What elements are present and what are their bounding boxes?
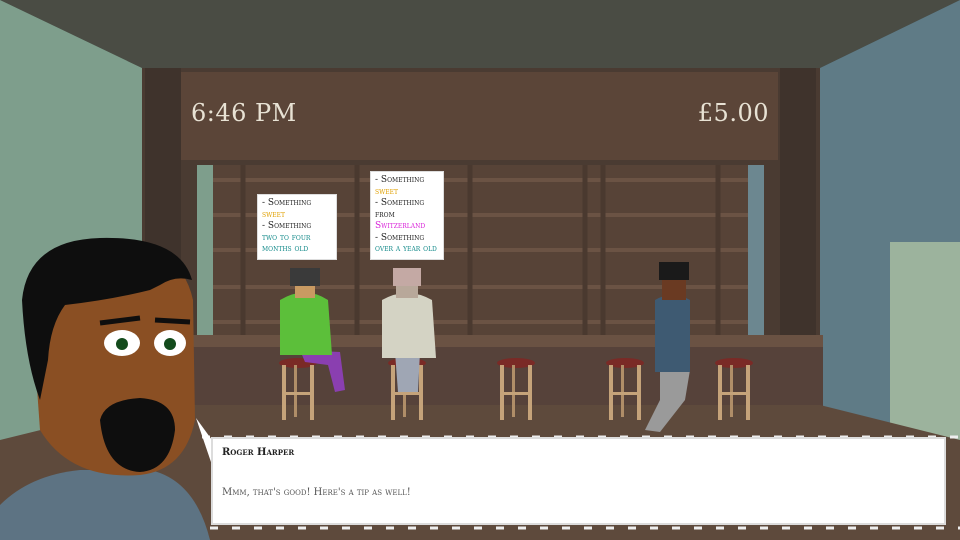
order-line-origin: Switzerland	[375, 221, 426, 231]
dialogue-text: Mmm, that's good! Here's a tip as well!	[222, 487, 411, 498]
order-bubble: - Something sweet - Something two to fou…	[258, 195, 336, 259]
order-line-age: over a year old	[375, 244, 437, 254]
order-line-prefix: - Something	[375, 175, 425, 185]
order-line-prefix: - Something	[262, 198, 312, 208]
order-line-flavor: sweet	[375, 186, 399, 197]
order-line-prefix: - Something	[262, 221, 312, 231]
speaker-name: Roger Harper	[222, 447, 295, 458]
money-display: £5.00	[697, 99, 769, 127]
time-display: 6:46 PM	[191, 99, 297, 127]
order-bubble: - Something sweet - Something from Switz…	[371, 172, 443, 259]
order-line-age: two to four months old	[262, 232, 311, 255]
order-line-prefix: - Something from	[375, 198, 425, 220]
order-line-flavor: sweet	[262, 209, 286, 220]
dialogue-box[interactable]: Roger Harper Mmm, that's good! Here's a …	[211, 437, 946, 525]
order-line-prefix: - Something	[375, 232, 425, 243]
